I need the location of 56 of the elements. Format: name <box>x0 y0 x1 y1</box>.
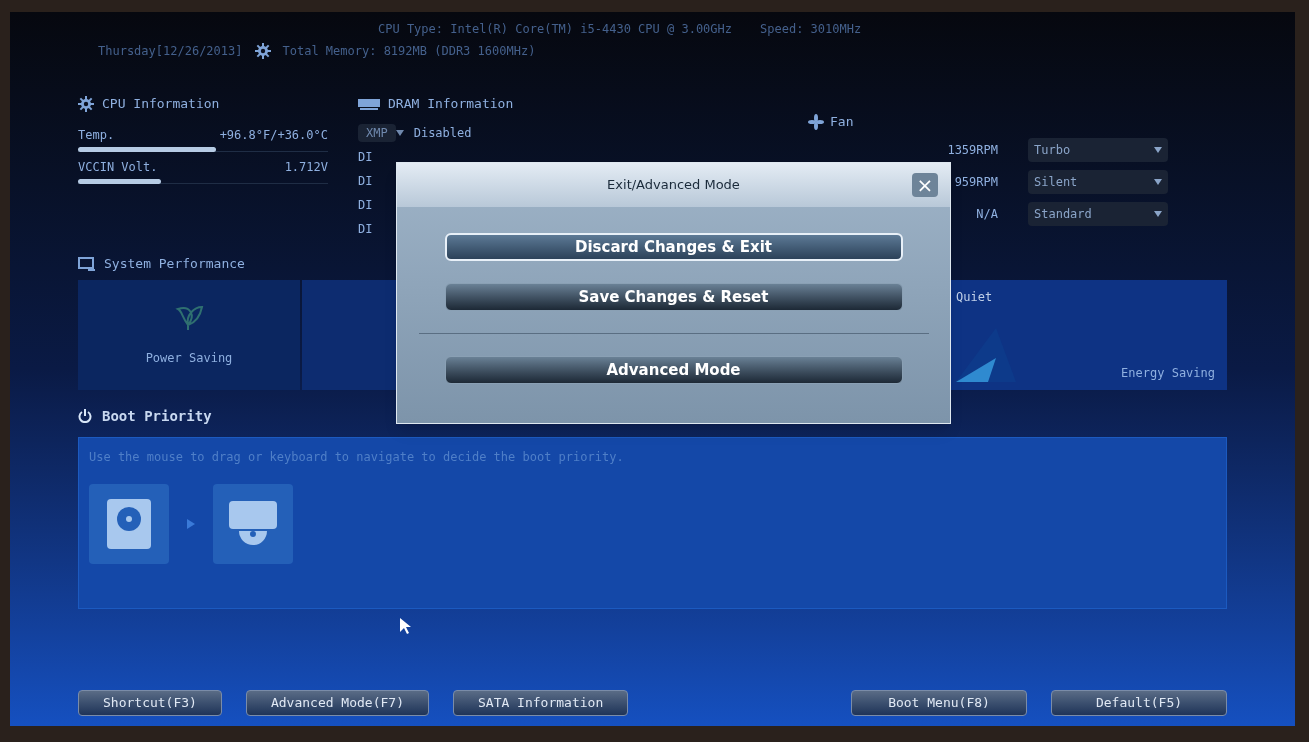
bottom-button[interactable]: Default(F5) <box>1051 690 1227 716</box>
caret-icon <box>395 129 404 136</box>
bottom-button[interactable]: Shortcut(F3) <box>78 690 222 716</box>
boot-device-tile[interactable] <box>89 483 169 564</box>
fan-speed: N/A <box>975 205 998 223</box>
total-memory-text: Total Memory: 8192MB (DDR3 1600MHz) <box>282 43 536 60</box>
info-value: 1.712V <box>284 158 328 176</box>
fan-speed: 1359RPM <box>946 141 998 159</box>
section-title: System Performance <box>104 255 245 273</box>
optical-drive-icon <box>229 500 277 547</box>
tile-label: Power Saving <box>145 349 233 367</box>
section-title: Fan <box>830 113 854 131</box>
dimm-slot-label: DI <box>358 196 373 214</box>
power-icon <box>78 409 92 423</box>
dimm-slot-label: DI <box>358 220 373 238</box>
bottom-button[interactable]: Boot Menu(F8) <box>851 690 1027 716</box>
hint-text: Use the mouse to drag or keyboard to navigate to decide the boot priority. <box>89 448 625 466</box>
xmp-dropdown[interactable]: XMP <box>358 123 396 142</box>
bottom-button[interactable]: SATA Information <box>453 690 629 716</box>
triangle-gauge-icon <box>956 327 1016 382</box>
gear-icon <box>78 95 94 112</box>
gear-icon <box>254 43 271 59</box>
caret-icon <box>1154 146 1162 153</box>
caret-icon <box>1154 178 1162 185</box>
date-text: Thursday[12/26/2013] <box>98 43 243 60</box>
dialog-button[interactable]: Advanced Mode <box>444 356 903 384</box>
cpu-type-text: CPU Type: Intel(R) Core(TM) i5-4430 CPU @ 3.00GHz <box>378 21 732 38</box>
caret-icon <box>1154 210 1162 217</box>
bottom-button[interactable]: Advanced Mode(F7) <box>245 690 429 716</box>
info-label: Temp. <box>78 126 115 144</box>
section-title: CPU Information <box>102 95 220 113</box>
mouse-cursor-icon <box>400 618 412 634</box>
section-title: Boot Priority <box>102 406 212 426</box>
mode-label: Quiet <box>956 288 994 306</box>
fan-icon <box>808 113 824 130</box>
fan-speed: 959RPM <box>953 173 998 191</box>
info-label: VCCIN Volt. <box>78 158 158 176</box>
dialog-button[interactable]: Save Changes & Reset <box>444 283 903 311</box>
fan-mode-dropdown[interactable]: Standard <box>1028 201 1168 226</box>
dialog-button[interactable]: Discard Changes & Exit <box>444 233 903 261</box>
fan-mode-dropdown[interactable]: Turbo <box>1028 137 1168 162</box>
arrow-icon <box>187 518 195 529</box>
cpu-speed-text: Speed: 3010MHz <box>760 21 862 38</box>
section-title: DRAM Information <box>388 95 514 113</box>
dialog-title: Exit/Advanced Mode <box>607 176 740 195</box>
monitor-icon <box>78 256 96 271</box>
fan-mode-dropdown[interactable]: Silent <box>1028 169 1168 194</box>
xmp-value: Disabled <box>413 124 472 142</box>
boot-device-tile[interactable] <box>213 483 293 564</box>
dimm-slot-label: DI <box>358 148 373 166</box>
info-value: +96.8°F/+36.0°C <box>219 126 328 144</box>
mode-label: Energy Saving <box>1121 364 1215 382</box>
memory-module-icon <box>358 97 380 110</box>
close-button[interactable]: × <box>912 173 938 197</box>
dimm-slot-label: DI <box>358 172 373 190</box>
performance-tile[interactable]: Power Saving <box>78 279 300 390</box>
